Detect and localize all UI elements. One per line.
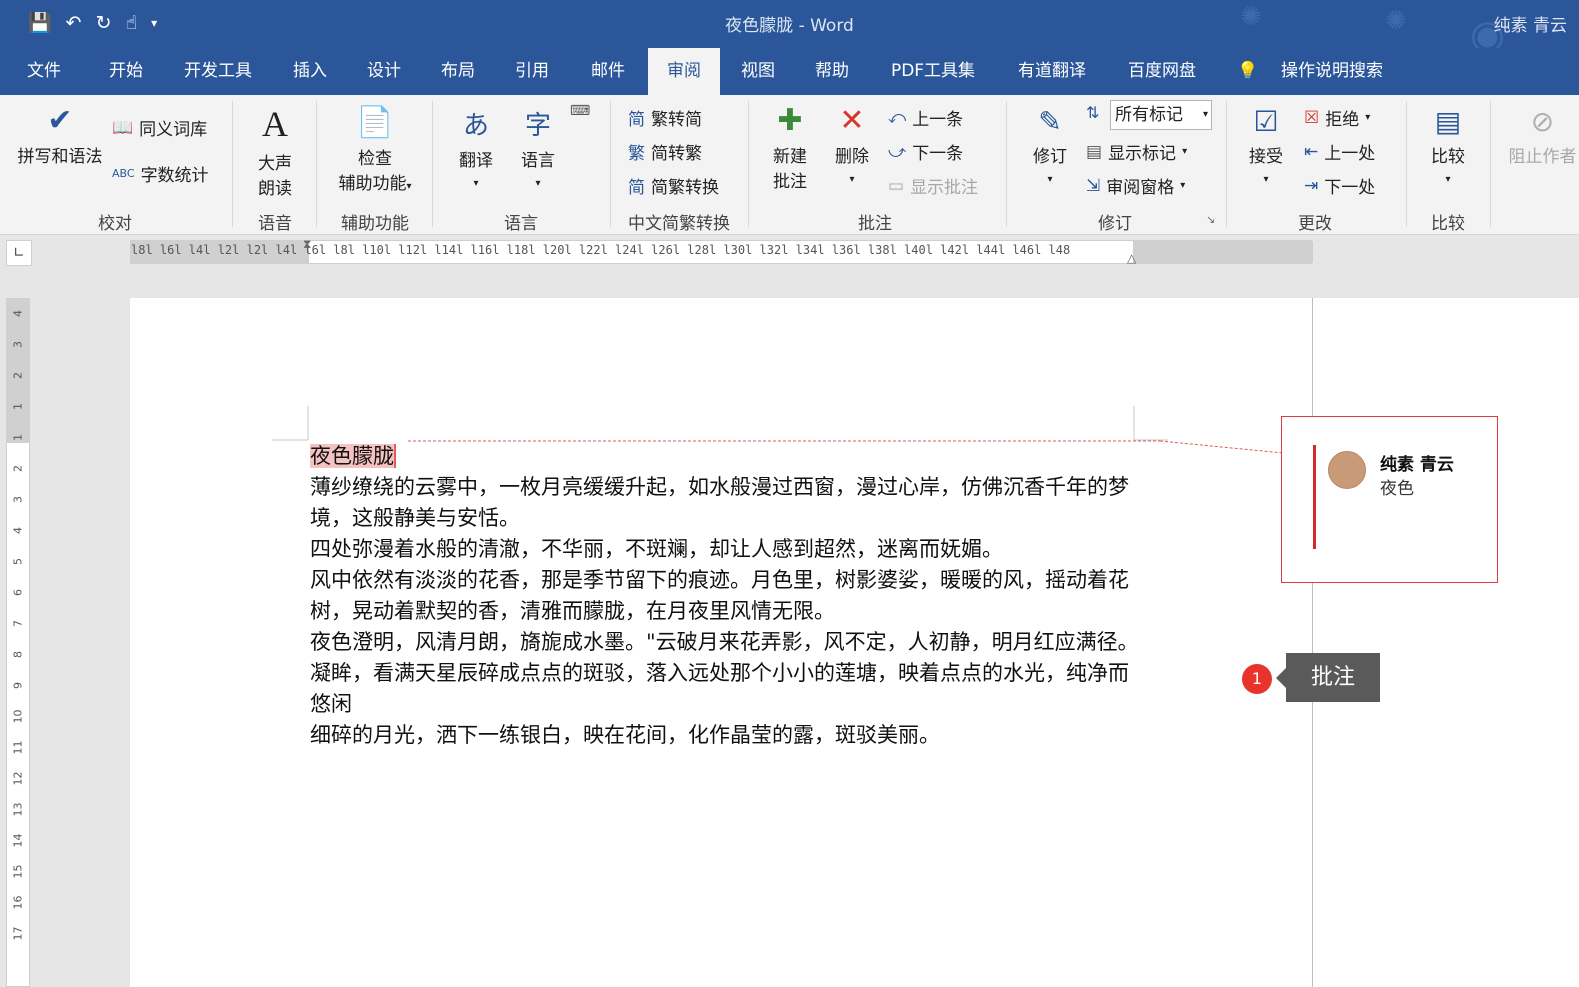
paragraph: 夜色澄明，风清月朗，旖旎成水墨。"云破月来花弄影，风不定，人初静，明月红应满径。: [310, 630, 1139, 654]
comment-author: 纯素 青云: [1380, 455, 1454, 475]
comment-balloon[interactable]: 纯素 青云 夜色: [1281, 416, 1498, 583]
paragraph: 风中依然有淡淡的花香，那是季节留下的痕迹。月色里，树影婆娑，暖暖的风，摇动着花树…: [310, 568, 1129, 623]
comment-bar: [1313, 445, 1316, 549]
comment-text[interactable]: 夜色: [1380, 474, 1414, 499]
paragraph: 细碎的月光，洒下一练银白，映在花间，化作晶莹的露，斑驳美丽。: [310, 723, 940, 747]
commented-text[interactable]: 夜色朦胧: [310, 444, 396, 468]
paragraph: 四处弥漫着水般的清澈，不华丽，不斑斓，却让人感到超然，迷离而妩媚。: [310, 537, 1003, 561]
callout-label: 批注: [1276, 653, 1380, 702]
callout-number-badge: 1: [1242, 664, 1272, 694]
document-body[interactable]: 夜色朦胧 薄纱缭绕的云雾中，一枚月亮缓缓升起，如水般漫过西窗，漫过心岸，仿佛沉香…: [310, 441, 1140, 751]
avatar: [1328, 451, 1366, 489]
paragraph: 薄纱缭绕的云雾中，一枚月亮缓缓升起，如水般漫过西窗，漫过心岸，仿佛沉香千年的梦境…: [310, 475, 1129, 530]
document-title-line: 夜色朦胧: [310, 441, 1140, 472]
paragraph: 凝眸，看满天星辰碎成点点的斑驳，落入远处那个小小的莲塘，映着点点的水光，纯净而悠…: [310, 661, 1129, 716]
